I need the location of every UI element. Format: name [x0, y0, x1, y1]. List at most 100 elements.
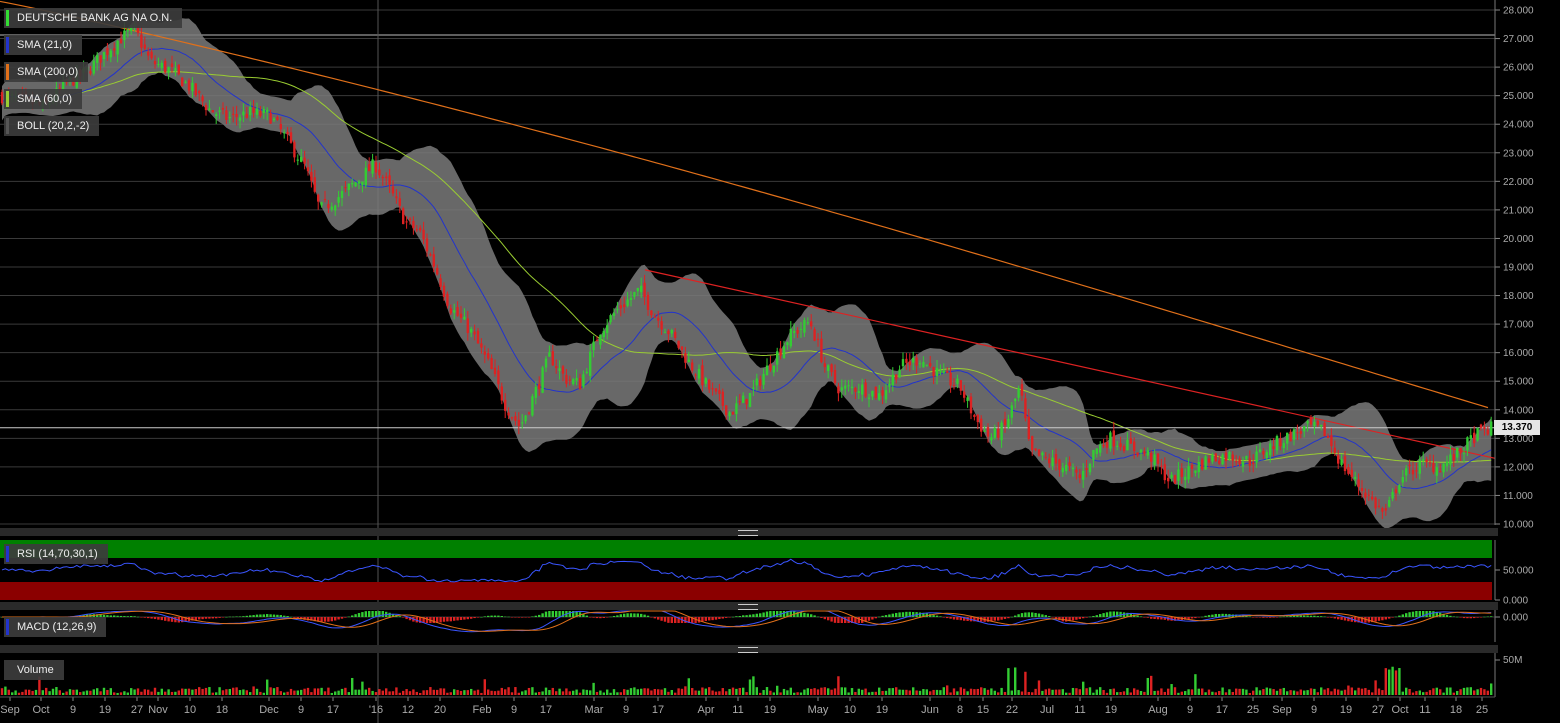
candle-body: [888, 383, 891, 387]
legend-rsi[interactable]: RSI (14,70,30,1): [4, 544, 108, 564]
x-tick-label: Mar: [585, 704, 604, 716]
candle-body: [986, 427, 990, 437]
volume-bar: [480, 692, 483, 695]
volume-bar: [691, 688, 694, 695]
candle-body: [432, 254, 435, 267]
macd-histogram-bar: [194, 617, 197, 620]
x-tick-label: Sep: [0, 704, 20, 716]
resize-grip-icon[interactable]: [738, 647, 758, 653]
macd-histogram-bar: [1490, 616, 1493, 617]
volume-bar: [1306, 690, 1309, 695]
volume-bar: [1054, 689, 1058, 695]
x-tick-label: 17: [540, 704, 552, 716]
legend-sma-200[interactable]: SMA (200,0): [4, 62, 89, 82]
macd-histogram-bar: [684, 617, 687, 623]
candle-body: [170, 63, 174, 68]
macd-histogram-bar: [225, 616, 228, 618]
macd-histogram-bar: [147, 617, 150, 619]
volume-bar: [0, 688, 4, 695]
resize-grip-icon[interactable]: [738, 530, 758, 536]
volume-bar: [646, 688, 650, 695]
macd-histogram-bar: [901, 612, 905, 617]
volume-bar: [306, 687, 310, 695]
volume-bar: [96, 688, 99, 695]
volume-bar: [585, 689, 588, 695]
candle-body: [493, 367, 497, 375]
volume-bar: [85, 690, 89, 695]
candle-body: [932, 367, 935, 377]
candle-body: [1102, 444, 1105, 447]
macd-histogram-bar: [1197, 617, 1200, 618]
legend-instrument[interactable]: DEUTSCHE BANK AG NA O.N.: [4, 8, 183, 28]
candle-body: [487, 353, 490, 359]
volume-bar: [164, 691, 167, 695]
volume-bar: [636, 689, 639, 695]
volume-bar: [1143, 691, 1146, 695]
candle-body: [976, 414, 979, 423]
volume-bar: [609, 692, 612, 695]
volume-bar: [1483, 689, 1486, 695]
candle-body: [123, 30, 126, 41]
volume-bar: [966, 691, 969, 695]
candle-body: [1299, 431, 1302, 434]
volume-bar: [1020, 691, 1024, 695]
volume-bar: [748, 679, 752, 695]
legend-volume[interactable]: Volume: [4, 660, 64, 680]
candle-body: [789, 328, 792, 347]
candle-body: [1065, 464, 1068, 472]
macd-histogram-bar: [1041, 614, 1044, 617]
volume-bar: [1337, 689, 1340, 695]
macd-histogram-bar: [361, 612, 364, 617]
candle-body: [609, 315, 612, 323]
candle-body: [816, 338, 820, 340]
candle-body: [779, 348, 782, 356]
stock-chart-svg[interactable]: 28.000 27.000 26.000 25.000 24.000 23.000 22.0…: [0, 0, 1560, 723]
resize-grip-icon[interactable]: [738, 604, 758, 610]
volume-bar: [31, 690, 34, 695]
volume-bar: [446, 692, 449, 695]
candle-body: [884, 390, 888, 400]
candle-body: [680, 346, 684, 350]
candle-body: [483, 351, 486, 355]
volume-bar: [385, 688, 388, 695]
volume-bar: [14, 690, 17, 695]
macd-histogram-bar: [942, 617, 945, 618]
volume-bar: [1126, 688, 1129, 695]
legend-boll[interactable]: BOLL (20,2,-2): [4, 116, 100, 136]
candle-body: [1204, 456, 1207, 470]
candle-body: [1088, 463, 1092, 473]
volume-bar: [561, 691, 565, 695]
volume-bar: [660, 689, 663, 695]
volume-bar: [99, 691, 102, 695]
candle-body: [827, 365, 830, 371]
candle-body: [340, 191, 344, 199]
volume-bar: [198, 687, 201, 695]
volume-label: Volume: [17, 664, 54, 676]
candle-body: [320, 202, 323, 206]
legend-sma-60[interactable]: SMA (60,0): [4, 89, 83, 109]
candle-body: [1394, 489, 1398, 494]
x-tick-label: 27: [1372, 704, 1384, 716]
rsi-label: RSI (14,70,30,1): [17, 548, 98, 560]
volume-bar: [228, 688, 231, 695]
volume-bar: [925, 689, 928, 695]
macd-histogram-bar: [1289, 615, 1292, 617]
volume-bar: [990, 688, 993, 695]
volume-bar: [150, 691, 153, 695]
candle-body: [748, 392, 752, 407]
volume-bar: [1214, 692, 1217, 695]
legend-sma-21[interactable]: SMA (21,0): [4, 35, 83, 55]
macd-histogram-bar: [711, 617, 714, 621]
candle-body: [1255, 451, 1258, 463]
macd-histogram-bar: [895, 612, 898, 617]
macd-histogram-bar: [1102, 613, 1105, 617]
candle-body: [1024, 398, 1027, 419]
candle-body: [1269, 443, 1272, 456]
candle-body: [1377, 505, 1381, 507]
volume-bar: [466, 690, 469, 695]
x-tick-label: 9: [1187, 704, 1193, 716]
macd-histogram-bar: [167, 617, 170, 622]
legend-macd[interactable]: MACD (12,26,9): [4, 617, 107, 637]
volume-bar: [79, 692, 82, 695]
macd-histogram-bar: [1088, 616, 1092, 618]
